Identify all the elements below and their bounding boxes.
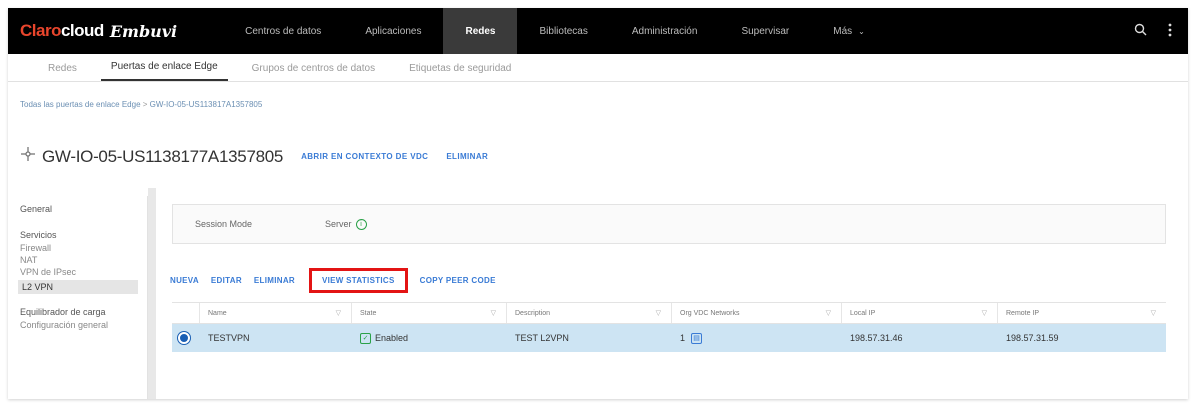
table-header: Name ▽ State ▽ Description ▽ Org VDC Networ… — [172, 302, 1166, 324]
nav-item-administracion[interactable]: Administración — [610, 8, 720, 54]
main-menu: Centros de datos Aplicaciones Redes Bibl… — [223, 8, 887, 54]
sidebar-item-l2-vpn[interactable]: L2 VPN — [18, 280, 138, 294]
delete-gateway-button[interactable]: ELIMINAR — [446, 152, 488, 161]
sub-tabs: Redes Puertas de enlace Edge Grupos de c… — [8, 54, 1188, 82]
breadcrumb: Todas las puertas de enlace Edge > GW-IO… — [20, 100, 262, 109]
page-title: GW-IO-05-US1138177A1357805 — [42, 146, 284, 166]
sidebar-heading-servicios: Servicios — [20, 230, 57, 240]
edge-gateway-icon — [20, 146, 36, 167]
enabled-check-icon: ✓ — [360, 332, 371, 344]
cell-description: TEST L2VPN — [515, 333, 569, 343]
filter-icon[interactable]: ▽ — [982, 309, 987, 317]
filter-icon[interactable]: ▽ — [336, 309, 341, 317]
sidebar-scrollbar[interactable] — [148, 188, 156, 399]
table-row[interactable]: TESTVPN ✓ Enabled TEST L2VPN 1 ▤ 198.57.… — [172, 324, 1166, 352]
more-vertical-icon[interactable] — [1162, 23, 1178, 40]
cell-state-text: Enabled — [375, 333, 409, 343]
filter-icon[interactable]: ▽ — [491, 309, 496, 317]
tab-grupos-de-centros-de-datos[interactable]: Grupos de centros de datos — [242, 63, 385, 81]
breadcrumb-current: GW-IO-05-US113817A1357805 — [149, 100, 263, 109]
delete-button[interactable]: ELIMINAR — [254, 276, 295, 285]
nav-item-label: Redes — [465, 25, 496, 37]
session-mode-value-text: Server — [325, 219, 352, 229]
nav-item-centros-de-datos[interactable]: Centros de datos — [223, 8, 343, 54]
cell-local-ip: 198.57.31.46 — [850, 333, 903, 343]
filter-icon[interactable]: ▽ — [1151, 309, 1156, 317]
column-header-name[interactable]: Name ▽ — [200, 303, 352, 323]
settings-sidebar: General Servicios Firewall NAT VPN de IP… — [8, 196, 148, 399]
cell-state: ✓ Enabled — [352, 324, 507, 352]
session-mode-panel: Session Mode Server i — [172, 204, 1166, 244]
top-right-icons — [1132, 8, 1178, 54]
tab-etiquetas-de-seguridad[interactable]: Etiquetas de seguridad — [399, 63, 521, 81]
sidebar-item-configuracion-general[interactable]: Configuración general — [20, 320, 110, 331]
l2vpn-action-bar: NUEVA EDITAR ELIMINAR VIEW STATISTICS CO… — [170, 267, 508, 293]
cell-remote-ip: 198.57.31.59 — [1006, 333, 1059, 343]
select-column-header — [172, 303, 200, 323]
tab-puertas-de-enlace-edge[interactable]: Puertas de enlace Edge — [100, 61, 228, 81]
row-select-radio[interactable] — [178, 332, 190, 344]
cell-name: TESTVPN — [208, 333, 250, 343]
column-header-state[interactable]: State ▽ — [352, 303, 507, 323]
nav-item-label: Aplicaciones — [365, 25, 422, 37]
edit-button[interactable]: EDITAR — [211, 276, 242, 285]
l2vpn-table: Name ▽ State ▽ Description ▽ Org VDC Networ… — [172, 302, 1166, 399]
nav-item-label: Administración — [631, 25, 698, 37]
new-button[interactable]: NUEVA — [170, 276, 199, 285]
sidebar-heading-equilibrador-de-carga: Equilibrador de carga — [20, 307, 106, 317]
chevron-down-icon: ⌄ — [858, 26, 865, 36]
cell-org-vdc-networks: 1 ▤ — [672, 324, 842, 352]
column-header-remote-ip[interactable]: Remote IP ▽ — [998, 303, 1166, 323]
brand-logo[interactable]: Claro cloud Embuvi — [20, 8, 177, 54]
nav-item-label: Más — [833, 25, 853, 37]
session-mode-value: Server i — [325, 218, 367, 230]
nav-item-redes[interactable]: Redes — [443, 8, 518, 54]
column-header-description[interactable]: Description ▽ — [507, 303, 672, 323]
tab-redes[interactable]: Redes — [38, 63, 87, 81]
filter-icon[interactable]: ▽ — [656, 309, 661, 317]
copy-peer-code-button[interactable]: COPY PEER CODE — [420, 276, 496, 285]
cell-org-vdc-networks-count: 1 — [680, 333, 686, 343]
logo-accent-text: Claro — [20, 21, 61, 40]
network-list-icon[interactable]: ▤ — [691, 332, 703, 344]
sidebar-item-nat[interactable]: NAT — [20, 255, 37, 265]
sidebar-item-general[interactable]: General — [20, 204, 52, 214]
nav-item-supervisar[interactable]: Supervisar — [719, 8, 811, 54]
nav-item-mas[interactable]: Más ⌄ — [811, 8, 887, 54]
column-header-org-vdc-networks[interactable]: Org VDC Networks ▽ — [672, 303, 842, 323]
logo-product-text: Embuvi — [109, 21, 178, 41]
info-icon[interactable]: i — [355, 218, 367, 230]
top-navigation-bar: Claro cloud Embuvi Centros de datos Aplic… — [8, 8, 1188, 54]
logo-cloud-text: cloud — [60, 21, 104, 40]
nav-item-aplicaciones[interactable]: Aplicaciones — [343, 8, 443, 54]
sidebar-item-firewall[interactable]: Firewall — [20, 243, 51, 253]
sidebar-item-ipsec-vpn[interactable]: VPN de IPsec — [20, 267, 76, 277]
app-window: Claro cloud Embuvi Centros de datos Aplic… — [8, 8, 1188, 399]
session-mode-label: Session Mode — [195, 219, 253, 229]
table-empty-area — [172, 352, 1166, 398]
nav-item-label: Supervisar — [741, 25, 790, 37]
search-icon[interactable] — [1132, 23, 1148, 39]
view-statistics-button[interactable]: VIEW STATISTICS — [308, 267, 408, 293]
breadcrumb-parent-link[interactable]: Todas las puertas de enlace Edge — [20, 100, 141, 109]
page-header: GW-IO-05-US1138177A1357805 ABRIR EN CONT… — [20, 146, 488, 167]
column-header-local-ip[interactable]: Local IP ▽ — [842, 303, 998, 323]
filter-icon[interactable]: ▽ — [826, 309, 831, 317]
row-select-cell — [172, 324, 200, 352]
nav-item-bibliotecas[interactable]: Bibliotecas — [517, 8, 609, 54]
breadcrumb-separator: > — [142, 100, 148, 109]
open-in-vdc-context-button[interactable]: ABRIR EN CONTEXTO DE VDC — [301, 152, 428, 161]
nav-item-label: Centros de datos — [245, 25, 322, 37]
nav-item-label: Bibliotecas — [539, 25, 588, 37]
